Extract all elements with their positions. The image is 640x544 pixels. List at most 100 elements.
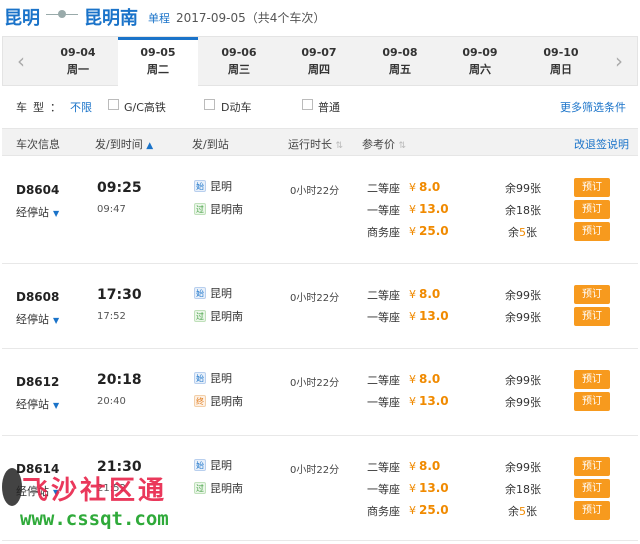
seats-remaining: 余18张	[505, 483, 541, 496]
date-tab-date: 09-05	[140, 46, 176, 59]
train-row: D8604 经停站 ▼ 09:25 09:47 始昆明过昆明南 0小时22分 二等座 ¥8.0 余…	[2, 158, 638, 264]
price-value: 8.0	[419, 180, 441, 194]
d-train-checkbox[interactable]	[204, 99, 215, 110]
seat-price: ¥8.0	[409, 459, 440, 473]
seats-remaining: 余5张	[508, 503, 537, 519]
seat-price: ¥8.0	[409, 180, 440, 194]
date-tab-weekday: 周一	[67, 63, 89, 76]
prev-dates-chevron-icon[interactable]: ‹	[9, 49, 33, 73]
seat-class-row: 二等座 ¥8.0 余99张	[2, 287, 638, 303]
from-city[interactable]: 昆明	[4, 4, 40, 30]
train-type-filter: 车型： 不限 G/C高铁 D动车 普通 更多筛选条件	[0, 92, 640, 120]
seat-price: ¥13.0	[409, 202, 449, 216]
book-button[interactable]: 预订	[574, 178, 610, 197]
col-price[interactable]: 参考价 ⇅	[362, 136, 406, 152]
route-header: 昆明 昆明南 单程 2017-09-05（共4个车次）	[0, 0, 640, 34]
watermark-title: 飞沙社区通	[22, 476, 168, 506]
filter-all-option[interactable]: 不限	[70, 99, 92, 115]
book-button[interactable]: 预订	[574, 392, 610, 411]
book-button[interactable]: 预订	[574, 285, 610, 304]
next-dates-chevron-icon[interactable]: ›	[607, 49, 631, 73]
seat-class-name: 二等座	[367, 289, 400, 302]
price-value: 13.0	[419, 394, 449, 408]
date-tab-weekday: 周三	[228, 63, 250, 76]
date-tab[interactable]: 09-08 周五	[360, 37, 440, 85]
seat-class-name: 商务座	[367, 505, 400, 518]
change-rules-link[interactable]: 改退签说明	[574, 136, 629, 152]
currency-symbol: ¥	[409, 504, 416, 517]
remain-count: 5	[519, 226, 526, 239]
filter-label: 车型：	[16, 101, 67, 114]
date-tab[interactable]: 09-07 周四	[279, 37, 359, 85]
col-dep-arr-time-label: 发/到时间	[95, 138, 143, 151]
date-tab-active[interactable]: 09-05 周二	[118, 37, 198, 86]
seat-price: ¥25.0	[409, 503, 449, 517]
currency-symbol: ¥	[409, 203, 416, 216]
date-tab[interactable]: 09-06 周三	[199, 37, 279, 85]
to-city[interactable]: 昆明南	[84, 4, 138, 30]
normal-train-label: 普通	[318, 101, 340, 114]
route-arrow-icon	[46, 8, 78, 20]
results-column-header: 车次信息 发/到时间 ▲ 发/到站 运行时长 ⇅ 参考价 ⇅ 改退签说明	[2, 128, 638, 156]
more-filters-link[interactable]: 更多筛选条件	[560, 99, 626, 115]
price-value: 13.0	[419, 309, 449, 323]
seat-class-name: 二等座	[367, 374, 400, 387]
date-tab[interactable]: 09-04 周一	[38, 37, 118, 85]
book-button[interactable]: 预订	[574, 307, 610, 326]
seat-class-name: 二等座	[367, 461, 400, 474]
seat-class-row: 商务座 ¥25.0 余5张	[2, 224, 638, 240]
currency-symbol: ¥	[409, 373, 416, 386]
seat-class-row: 一等座 ¥13.0 余99张	[2, 309, 638, 325]
train-row: D8608 经停站 ▼ 17:30 17:52 始昆明过昆明南 0小时22分 二等座 ¥8.0 余…	[2, 265, 638, 349]
trip-type-label: 单程	[148, 12, 170, 25]
seat-price: ¥8.0	[409, 287, 440, 301]
seat-class-name: 一等座	[367, 311, 400, 324]
remain-prefix: 余	[508, 226, 519, 239]
price-value: 13.0	[419, 481, 449, 495]
date-tab-weekday: 周六	[469, 63, 491, 76]
date-tab-date: 09-07	[301, 46, 337, 59]
col-duration[interactable]: 运行时长 ⇅	[288, 136, 343, 152]
col-dep-arr-time[interactable]: 发/到时间 ▲	[95, 136, 153, 152]
d-train-label: D动车	[221, 101, 252, 114]
date-tab-weekday: 周四	[308, 63, 330, 76]
book-button[interactable]: 预订	[574, 370, 610, 389]
date-tab[interactable]: 09-10 周日	[521, 37, 601, 85]
currency-symbol: ¥	[409, 225, 416, 238]
seat-class-row: 一等座 ¥13.0 余99张	[2, 394, 638, 410]
gc-highspeed-checkbox[interactable]	[108, 99, 119, 110]
col-train-info: 车次信息	[16, 138, 60, 151]
train-row: D8612 经停站 ▼ 20:18 20:40 始昆明终昆明南 0小时22分 二等座 ¥8.0 余…	[2, 350, 638, 436]
date-tab-weekday: 周五	[389, 63, 411, 76]
seat-class-row: 二等座 ¥8.0 余99张	[2, 180, 638, 196]
remain-prefix: 余	[508, 505, 519, 518]
remain-suffix: 张	[526, 226, 537, 239]
seats-remaining: 余99张	[505, 396, 541, 409]
price-value: 25.0	[419, 503, 449, 517]
currency-symbol: ¥	[409, 310, 416, 323]
seat-class-name: 一等座	[367, 204, 400, 217]
book-button[interactable]: 预订	[574, 479, 610, 498]
seat-class-name: 一等座	[367, 483, 400, 496]
seat-class-name: 二等座	[367, 182, 400, 195]
date-tab[interactable]: 09-09 周六	[440, 37, 520, 85]
book-button[interactable]: 预订	[574, 501, 610, 520]
price-value: 8.0	[419, 459, 441, 473]
gc-highspeed-label: G/C高铁	[124, 101, 166, 114]
date-tab-date: 09-09	[462, 46, 498, 59]
watermark: 飞沙社区通 www.cssqt.com	[2, 468, 224, 536]
book-button[interactable]: 预订	[574, 200, 610, 219]
seats-remaining: 余99张	[505, 182, 541, 195]
normal-train-checkbox[interactable]	[302, 99, 313, 110]
seats-remaining: 余99张	[505, 374, 541, 387]
date-selector: ‹ 09-04 周一 09-05 周二 09-06 周三 09-07 周四 09…	[2, 36, 638, 86]
col-duration-label: 运行时长	[288, 138, 332, 151]
book-button[interactable]: 预订	[574, 222, 610, 241]
price-value: 8.0	[419, 372, 441, 386]
seat-price: ¥13.0	[409, 394, 449, 408]
col-dep-arr-station: 发/到站	[192, 138, 229, 151]
date-tab-date: 09-08	[382, 46, 418, 59]
remain-suffix: 张	[526, 505, 537, 518]
date-tab-date: 09-06	[221, 46, 257, 59]
book-button[interactable]: 预订	[574, 457, 610, 476]
